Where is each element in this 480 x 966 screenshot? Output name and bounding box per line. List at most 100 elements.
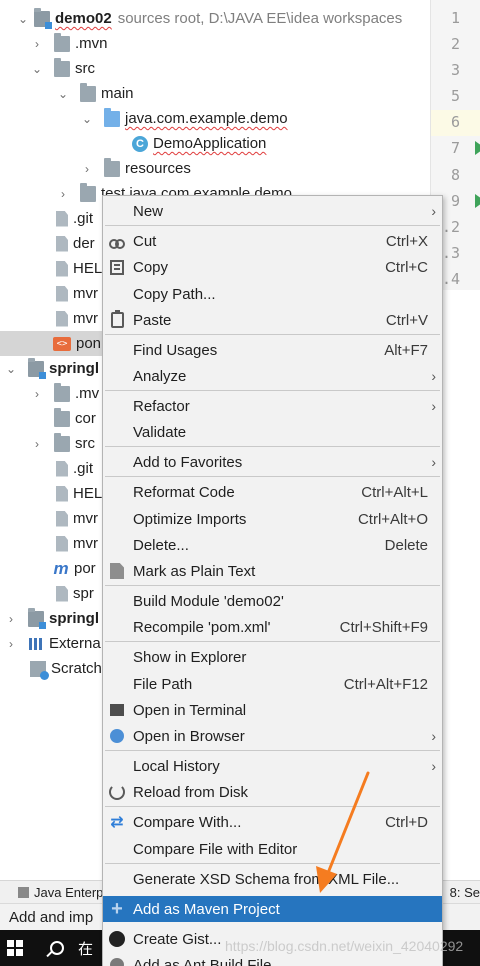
menu-item-find-usages[interactable]: Find Usages Alt+F7 xyxy=(103,337,442,363)
menu-shortcut: Ctrl+Alt+O xyxy=(357,510,428,528)
menu-item-analyze[interactable]: Analyze › xyxy=(103,363,442,389)
chevron-down-icon[interactable]: ⌄ xyxy=(16,12,30,26)
menu-separator xyxy=(105,390,440,391)
folder-icon xyxy=(54,407,70,427)
menu-item-copy-path[interactable]: Copy Path... xyxy=(103,281,442,307)
menu-item-recompile[interactable]: Recompile 'pom.xml' Ctrl+Shift+F9 xyxy=(103,614,442,640)
menu-item-generate-xsd[interactable]: Generate XSD Schema from XML File... xyxy=(103,866,442,892)
menu-item-compare-file-with-editor[interactable]: Compare File with Editor xyxy=(103,836,442,862)
reload-icon xyxy=(107,782,127,802)
chevron-down-icon[interactable]: ⌄ xyxy=(30,62,44,76)
menu-separator xyxy=(105,225,440,226)
chevron-right-icon[interactable]: › xyxy=(80,162,94,176)
chevron-down-icon[interactable]: ⌄ xyxy=(4,362,18,376)
tree-item-demo02[interactable]: ⌄ demo02 sources root, D:\JAVA EE\idea w… xyxy=(0,6,430,31)
java-class-icon: C xyxy=(132,135,148,152)
tree-item-package[interactable]: ⌄ java.com.example.demo xyxy=(0,106,430,131)
tree-label: java.com.example.demo xyxy=(125,110,288,127)
menu-item-copy[interactable]: Copy Ctrl+C xyxy=(103,254,442,280)
menu-item-validate[interactable]: Validate xyxy=(103,419,442,445)
file-icon xyxy=(56,585,68,602)
menu-separator xyxy=(105,750,440,751)
run-gutter-icon[interactable] xyxy=(475,194,480,208)
menu-item-local-history[interactable]: Local History › xyxy=(103,753,442,779)
tool-window-services[interactable]: 8: Se xyxy=(450,885,480,900)
context-menu: New › Cut Ctrl+X Copy Ctrl+C Copy Path..… xyxy=(102,195,443,966)
menu-item-paste[interactable]: Paste Ctrl+V xyxy=(103,307,442,333)
java-enterprise-icon xyxy=(18,886,29,898)
menu-item-delete[interactable]: Delete... Delete xyxy=(103,532,442,558)
chevron-right-icon[interactable]: › xyxy=(56,187,70,201)
line-number: 3 xyxy=(450,61,460,79)
tree-label: resources xyxy=(125,160,191,177)
tree-label: pon xyxy=(76,335,102,352)
tree-label: por xyxy=(74,560,96,577)
menu-item-open-in-browser[interactable]: Open in Browser › xyxy=(103,723,442,749)
tree-item-mvn[interactable]: › .mvn xyxy=(0,31,430,56)
tree-label: src xyxy=(75,60,95,77)
menu-label: Compare File with Editor xyxy=(133,840,298,858)
tree-item-resources[interactable]: › resources xyxy=(0,156,430,181)
chevron-right-icon[interactable]: › xyxy=(4,612,18,626)
menu-label: Generate XSD Schema from XML File... xyxy=(133,870,400,888)
menu-label: Paste xyxy=(133,311,172,329)
menu-item-compare-with[interactable]: ⇄ Compare With... Ctrl+D xyxy=(103,809,442,835)
menu-item-optimize-imports[interactable]: Optimize Imports Ctrl+Alt+O xyxy=(103,506,442,532)
tree-label: DemoApplication xyxy=(153,135,267,152)
submenu-arrow-icon: › xyxy=(431,758,436,774)
file-icon xyxy=(56,260,68,277)
menu-item-file-path[interactable]: File Path Ctrl+Alt+F12 xyxy=(103,671,442,697)
menu-label: Validate xyxy=(133,423,187,441)
menu-separator xyxy=(105,641,440,642)
menu-item-show-in-explorer[interactable]: Show in Explorer xyxy=(103,644,442,670)
chevron-right-icon[interactable]: › xyxy=(30,387,44,401)
menu-item-add-as-maven-project[interactable]: + Add as Maven Project xyxy=(103,896,442,922)
submenu-arrow-icon: › xyxy=(431,454,436,470)
menu-label: Cut xyxy=(133,232,157,250)
tree-label: cor xyxy=(75,410,96,427)
chevron-right-icon[interactable]: › xyxy=(4,637,18,651)
menu-item-reload-from-disk[interactable]: Reload from Disk xyxy=(103,779,442,805)
tree-label: mvr xyxy=(73,510,98,527)
tool-window-java-enterprise[interactable]: Java Enterp xyxy=(0,885,103,900)
menu-item-reformat-code[interactable]: Reformat Code Ctrl+Alt+L xyxy=(103,479,442,505)
menu-item-open-in-terminal[interactable]: Open in Terminal xyxy=(103,697,442,723)
menu-item-add-as-ant-build-file[interactable]: Add as Ant Build File xyxy=(103,952,442,966)
chevron-right-icon[interactable]: › xyxy=(30,37,44,51)
menu-item-mark-as-plain-text[interactable]: Mark as Plain Text xyxy=(103,558,442,584)
taskbar-search[interactable]: 在 xyxy=(50,930,93,966)
menu-shortcut: Ctrl+Alt+L xyxy=(361,483,428,501)
line-number: 7 xyxy=(450,139,460,157)
ant-icon xyxy=(107,955,127,966)
menu-label: New xyxy=(133,202,164,220)
tree-label: der xyxy=(73,235,95,252)
file-icon xyxy=(56,535,68,552)
menu-separator xyxy=(105,476,440,477)
tree-label: src xyxy=(75,435,95,452)
chevron-right-icon[interactable]: › xyxy=(30,437,44,451)
line-number: 5 xyxy=(450,87,460,105)
menu-label: Find Usages xyxy=(133,341,218,359)
menu-label: Recompile 'pom.xml' xyxy=(133,618,271,636)
menu-label: Reformat Code xyxy=(133,483,235,501)
menu-item-build-module[interactable]: Build Module 'demo02' xyxy=(103,588,442,614)
chevron-down-icon[interactable]: ⌄ xyxy=(56,87,70,101)
menu-item-add-to-favorites[interactable]: Add to Favorites › xyxy=(103,449,442,475)
run-gutter-icon[interactable] xyxy=(475,141,480,155)
menu-shortcut: Delete xyxy=(384,536,428,554)
tree-item-demo-application[interactable]: C DemoApplication xyxy=(0,131,430,156)
library-icon xyxy=(28,636,44,652)
compare-icon: ⇄ xyxy=(110,814,124,831)
menu-item-new[interactable]: New › xyxy=(103,198,442,224)
tree-item-src[interactable]: ⌄ src xyxy=(0,56,430,81)
tree-item-main[interactable]: ⌄ main xyxy=(0,81,430,106)
menu-item-refactor[interactable]: Refactor › xyxy=(103,393,442,419)
menu-item-cut[interactable]: Cut Ctrl+X xyxy=(103,228,442,254)
module-folder-icon xyxy=(28,607,46,629)
chevron-down-icon[interactable]: ⌄ xyxy=(80,112,94,126)
line-number: 2 xyxy=(450,35,460,53)
windows-start-button[interactable] xyxy=(0,930,30,966)
search-icon xyxy=(50,941,64,955)
tree-label: Externa xyxy=(49,635,101,652)
menu-separator xyxy=(105,334,440,335)
